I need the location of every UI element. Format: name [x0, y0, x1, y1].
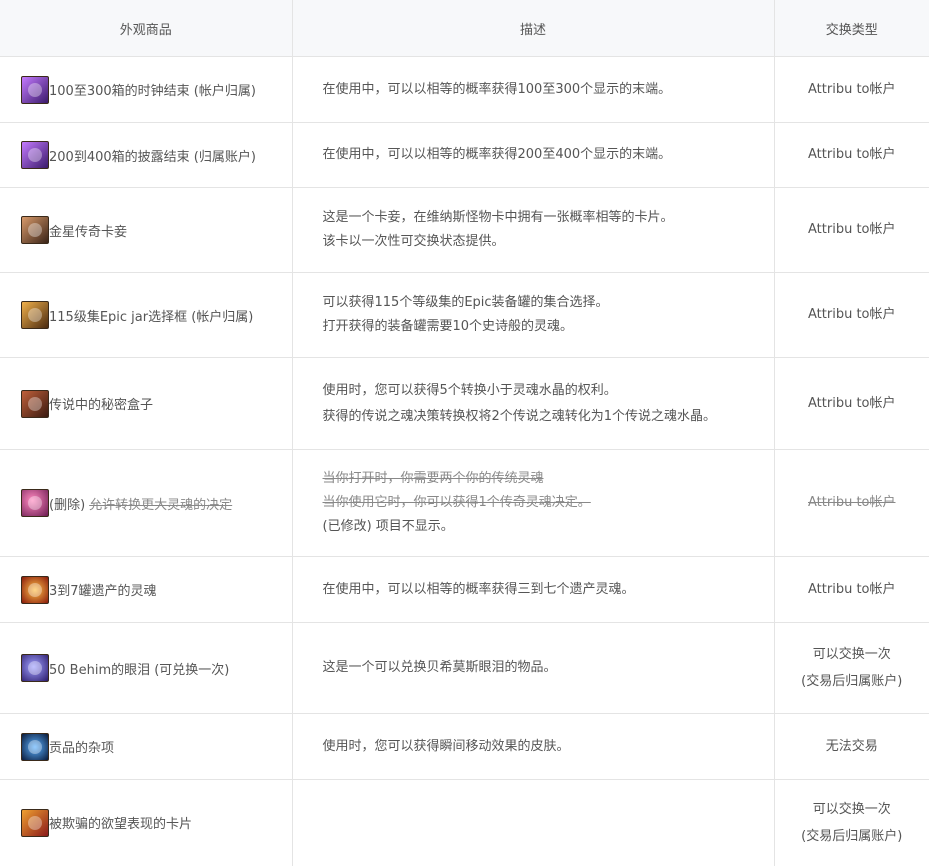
table-row: 100至300箱的时钟结束 (帐户归属) 在使用中，可以以相等的概率获得100至…	[0, 56, 929, 123]
desc-cell: 使用时，您可以获得瞬间移动效果的皮肤。	[292, 713, 775, 780]
desc-line: 在使用中，可以以相等的概率获得100至300个显示的末端。	[322, 81, 672, 97]
purple-clock-box-icon	[21, 141, 49, 169]
exchange-cell: 无法交易	[774, 713, 929, 780]
desc-cell: 使用时，您可以获得5个转换小于灵魂水晶的权利。获得的传说之魂决策转换权将2个传说…	[292, 357, 775, 450]
desc-line: 使用时，您可以获得瞬间移动效果的皮肤。	[322, 738, 570, 754]
item-name: 传说中的秘密盒子	[49, 398, 154, 413]
exchange-type: Attribu to帐户	[808, 395, 896, 411]
exchange-cell: Attribu to帐户	[774, 187, 929, 273]
exchange-cell: Attribu to帐户	[774, 122, 929, 188]
desc-line: 获得的传说之魂决策转换权将2个传说之魂转化为1个传说之魂水晶。	[322, 408, 717, 424]
exchange-type: Attribu to帐户	[808, 581, 896, 597]
table-row: 传说中的秘密盒子 使用时，您可以获得5个转换小于灵魂水晶的权利。获得的传说之魂决…	[0, 357, 929, 450]
item-cell: (删除) 允许转换更大灵魂的决定	[0, 449, 293, 557]
item-cell: 3到7罐遗产的灵魂	[0, 556, 293, 623]
item-name: 3到7罐遗产的灵魂	[49, 584, 157, 599]
exchange-type: 无法交易	[825, 738, 878, 754]
red-card-icon	[21, 808, 49, 837]
table-row: 200到400箱的披露结束 (归属账户) 在使用中，可以以相等的概率获得200至…	[0, 122, 929, 188]
item-cell: 50 Behim的眼泪 (可兑换一次)	[0, 622, 293, 714]
exchange-type: Attribu to帐户	[808, 147, 896, 162]
desc-line: 打开获得的装备罐需要10个史诗般的灵魂。	[322, 319, 574, 334]
desc-cell: 在使用中，可以以相等的概率获得200至400个显示的末端。	[292, 122, 775, 188]
exchange-cell: 可以交换一次 (交易后归属账户)	[774, 780, 929, 866]
item-name: 金星传奇卡妾	[49, 224, 128, 240]
item-cell: 传说中的秘密盒子	[0, 357, 293, 450]
col-header-exchange: 交换类型	[774, 0, 929, 57]
desc-line: 使用时，您可以获得5个转换小于灵魂水晶的权利。	[322, 382, 617, 398]
item-cell: 被欺骗的欲望表现的卡片	[0, 779, 293, 866]
table-row: 50 Behim的眼泪 (可兑换一次) 这是一个可以兑换贝希莫斯眼泪的物品。 可…	[0, 622, 929, 714]
desc-line-struck: 当你使用它时，你可以获得1个传奇灵魂决定。	[322, 495, 591, 510]
desc-line: 这是一个可以兑换贝希莫斯眼泪的物品。	[322, 660, 557, 675]
exchange-cell: Attribu to帐户	[774, 357, 929, 450]
exchange-cell: Attribu to帐户	[774, 556, 929, 623]
purple-clock-box-icon	[21, 75, 49, 104]
item-name: 115级集Epic jar选择框 (帐户归属)	[49, 309, 254, 325]
desc-cell: 在使用中，可以以相等的概率获得100至300个显示的末端。	[292, 56, 775, 123]
item-cell: 100至300箱的时钟结束 (帐户归属)	[0, 56, 293, 123]
item-name: 100至300箱的时钟结束 (帐户归属)	[49, 84, 256, 99]
table-row: 贡品的杂项 使用时，您可以获得瞬间移动效果的皮肤。 无法交易	[0, 713, 929, 780]
desc-line: 在使用中，可以以相等的概率获得200至400个显示的末端。	[322, 147, 672, 162]
desc-cell: 这是一个可以兑换贝希莫斯眼泪的物品。	[292, 622, 775, 714]
tear-orb-icon	[21, 654, 49, 682]
table-row: 金星传奇卡妾 这是一个卡妾，在维纳斯怪物卡中拥有一张概率相等的卡片。 该卡以一次性…	[0, 187, 929, 273]
mystery-box-icon	[21, 389, 49, 418]
desc-cell: 当你打开时，你需要两个你的传统灵魂当你使用它时，你可以获得1个传奇灵魂决定。 (已…	[292, 449, 775, 557]
jar-box-icon	[21, 301, 49, 329]
desc-cell: 可以获得115个等级集的Epic装备罐的集合选择。 打开获得的装备罐需要10个史诗…	[292, 272, 775, 358]
item-cell: 贡品的杂项	[0, 713, 293, 780]
sparkle-icon	[21, 732, 49, 761]
table-row: 115级集Epic jar选择框 (帐户归属) 可以获得115个等级集的Epic…	[0, 272, 929, 358]
exchange-type: 可以交换一次	[812, 647, 891, 662]
item-name: 允许转换更大灵魂的决定	[89, 497, 233, 513]
desc-line: (已修改) 项目不显示。	[322, 519, 454, 534]
exchange-type: Attribu to帐户	[808, 222, 896, 237]
desc-line: 该卡以一次性可交换状态提供。	[322, 234, 505, 249]
exchange-note: (交易后归属账户)	[801, 828, 903, 844]
table-row: 被欺骗的欲望表现的卡片 可以交换一次 (交易后归属账户)	[0, 779, 929, 866]
exchange-type: 可以交换一次	[812, 801, 891, 817]
exchange-cell: 可以交换一次 (交易后归属账户)	[774, 622, 929, 714]
desc-line-struck: 当你打开时，你需要两个你的传统灵魂	[322, 471, 544, 486]
item-name: 被欺骗的欲望表现的卡片	[49, 817, 193, 833]
card-icon	[21, 216, 49, 244]
col-header-item: 外观商品	[0, 0, 293, 57]
exchange-type: Attribu to帐户	[808, 307, 896, 322]
item-name: 50 Behim的眼泪 (可兑换一次)	[49, 662, 230, 678]
fire-soul-icon	[21, 575, 49, 604]
col-header-desc: 描述	[292, 0, 775, 57]
desc-line: 可以获得115个等级集的Epic装备罐的集合选择。	[322, 295, 609, 310]
exchange-type-struck: Attribu to帐户	[808, 495, 896, 510]
exchange-cell: Attribu to帐户	[774, 272, 929, 358]
desc-cell	[292, 779, 775, 866]
item-cell: 115级集Epic jar选择框 (帐户归属)	[0, 272, 293, 358]
desc-cell: 在使用中，可以以相等的概率获得三到七个遗产灵魂。	[292, 556, 775, 623]
table-row: 3到7罐遗产的灵魂 在使用中，可以以相等的概率获得三到七个遗产灵魂。 Attri…	[0, 556, 929, 623]
desc-line: 这是一个卡妾，在维纳斯怪物卡中拥有一张概率相等的卡片。	[322, 210, 674, 225]
item-cell: 200到400箱的披露结束 (归属账户)	[0, 122, 293, 188]
exchange-note: (交易后归属账户)	[801, 674, 903, 689]
item-cell: 金星传奇卡妾	[0, 187, 293, 273]
exchange-type: Attribu to帐户	[808, 81, 896, 97]
item-name-prefix: (删除)	[49, 497, 86, 513]
item-name: 贡品的杂项	[49, 741, 115, 756]
exchange-cell: Attribu to帐户	[774, 56, 929, 123]
desc-cell: 这是一个卡妾，在维纳斯怪物卡中拥有一张概率相等的卡片。 该卡以一次性可交换状态提供…	[292, 187, 775, 273]
item-name: 200到400箱的披露结束 (归属账户)	[49, 149, 256, 165]
desc-line: 在使用中，可以以相等的概率获得三到七个遗产灵魂。	[322, 581, 635, 597]
exchange-cell: Attribu to帐户	[774, 449, 929, 557]
soul-orb-icon	[21, 489, 49, 517]
item-table: 外观商品 描述 交换类型 100至300箱的时钟结束 (帐户归属) 在使用中，可…	[0, 0, 929, 866]
table-header-row: 外观商品 描述 交换类型	[0, 0, 929, 57]
table-row: (删除) 允许转换更大灵魂的决定 当你打开时，你需要两个你的传统灵魂当你使用它时，…	[0, 449, 929, 557]
